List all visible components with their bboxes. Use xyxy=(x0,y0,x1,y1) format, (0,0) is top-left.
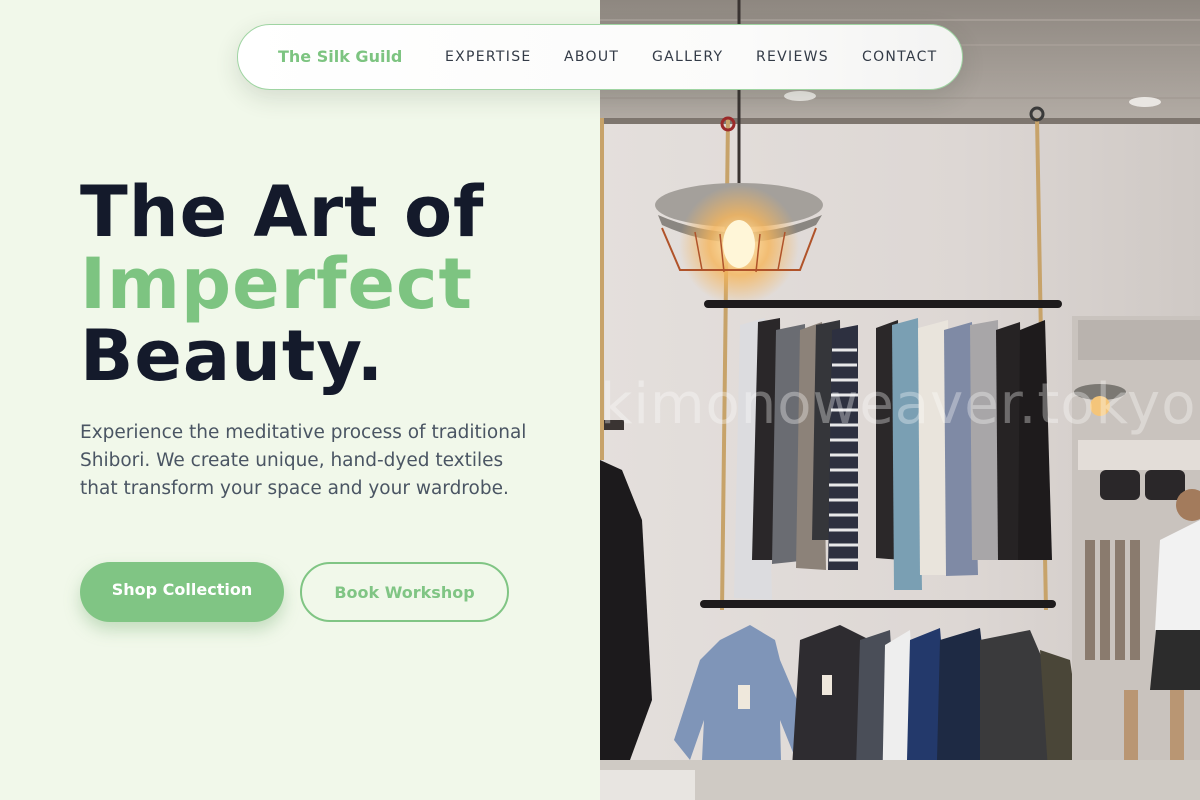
hero-section: The Art of Imperfect Beauty. Experience … xyxy=(0,0,600,800)
shop-collection-button[interactable]: Shop Collection xyxy=(80,562,284,622)
hero-headline: The Art of Imperfect Beauty. xyxy=(80,176,580,392)
headline-line-3: Beauty. xyxy=(80,315,385,397)
top-navbar: The Silk Guild EXPERTISE ABOUT GALLERY R… xyxy=(237,24,963,90)
brand-logo-text[interactable]: The Silk Guild xyxy=(278,47,402,66)
nav-link-expertise[interactable]: EXPERTISE xyxy=(445,49,532,65)
hero-description: Experience the meditative process of tra… xyxy=(80,422,527,499)
headline-line-1: The Art of xyxy=(80,171,485,253)
nav-link-gallery[interactable]: GALLERY xyxy=(652,49,723,65)
nav-link-contact[interactable]: CONTACT xyxy=(862,49,938,65)
headline-accent-word: Imperfect xyxy=(80,243,473,325)
photo-watermark: kimonoweaver.tokyo xyxy=(600,372,1197,437)
nav-link-about[interactable]: ABOUT xyxy=(564,49,619,65)
nav-link-reviews[interactable]: REVIEWS xyxy=(756,49,829,65)
book-workshop-button[interactable]: Book Workshop xyxy=(300,562,509,622)
